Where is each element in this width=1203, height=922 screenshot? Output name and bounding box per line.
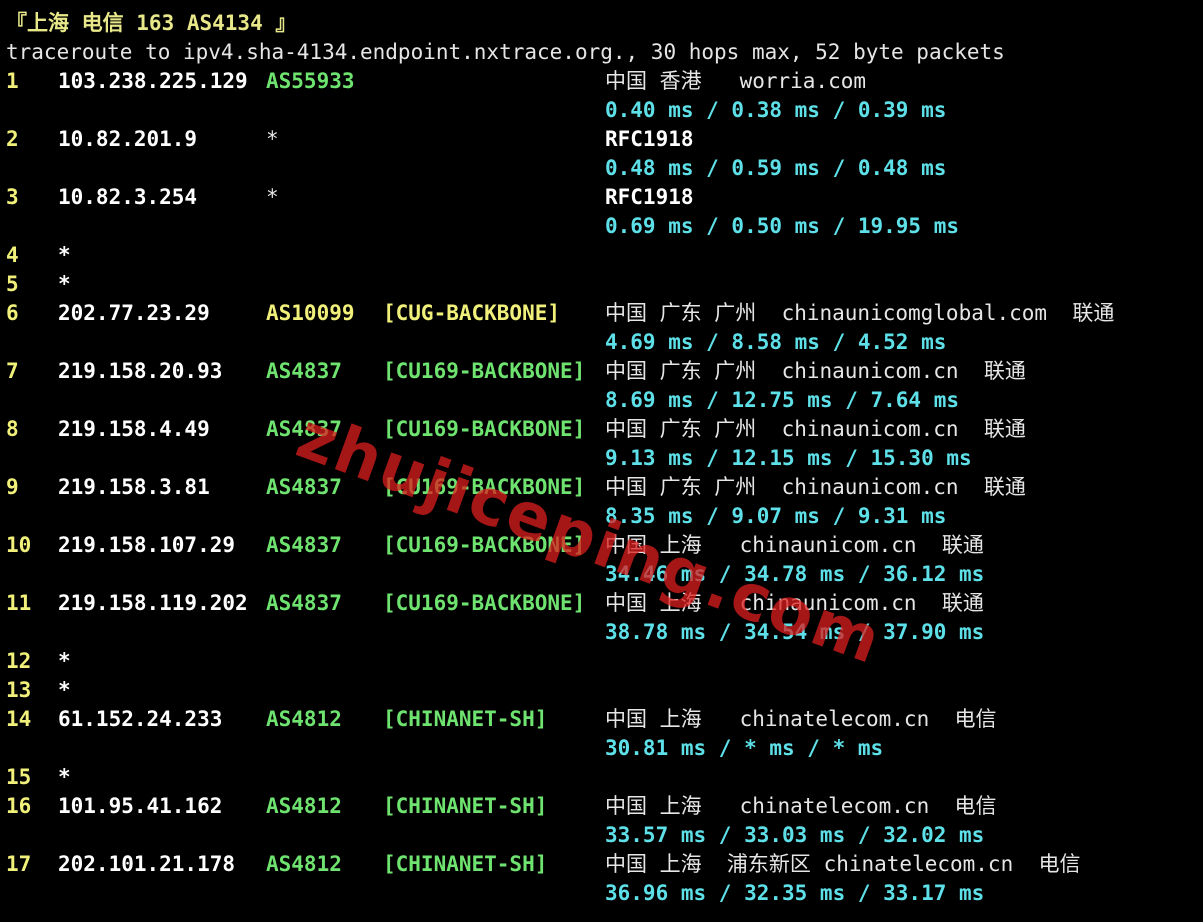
hop-ip: 219.158.119.202: [58, 591, 248, 615]
hop-ip: *: [58, 765, 71, 789]
hop-geo: 中国 上海 chinatelecom.cn 电信: [605, 707, 997, 731]
hop-number: 14: [6, 707, 32, 731]
hop-asn: AS4812: [266, 794, 342, 818]
hop-number: 11: [6, 591, 32, 615]
hop-rtt: 0.69 ms / 0.50 ms / 19.95 ms: [605, 214, 960, 238]
hop-asn: AS4837: [266, 591, 342, 615]
hop-row: 14 61.152.24.233 AS4812 [CHINANET-SH] 中国…: [6, 705, 1196, 763]
hop-backbone-tag: [CHINANET-SH]: [383, 707, 548, 731]
hop-row: 10 219.158.107.29 AS4837 [CU169-BACKBONE…: [6, 531, 1196, 589]
hop-row: 6 202.77.23.29 AS10099 [CUG-BACKBONE] 中国…: [6, 299, 1196, 357]
hop-number: 16: [6, 794, 32, 818]
hop-number: 15: [6, 765, 32, 789]
hop-geo: RFC1918: [605, 185, 694, 209]
hop-number: 5: [6, 272, 19, 296]
hop-asn: AS4837: [266, 417, 342, 441]
trace-title: 『上海 电信 163 AS4134 』: [6, 11, 297, 35]
hop-geo: 中国 上海 浦东新区 chinatelecom.cn 电信: [605, 852, 1081, 876]
hop-row: 17 202.101.21.178 AS4812 [CHINANET-SH] 中…: [6, 850, 1196, 908]
hop-backbone-tag: [CU169-BACKBONE]: [383, 359, 586, 383]
hop-ip: *: [58, 243, 71, 267]
hop-geo: 中国 香港 worria.com: [605, 69, 867, 93]
hop-number: 10: [6, 533, 32, 557]
hop-row: 1 103.238.225.129 AS55933 中国 香港 worria.c…: [6, 67, 1196, 125]
hop-backbone-tag: [CU169-BACKBONE]: [383, 475, 586, 499]
hop-row: 13 *: [6, 676, 1196, 705]
hop-geo: 中国 上海 chinatelecom.cn 电信: [605, 794, 997, 818]
hop-rtt: 8.69 ms / 12.75 ms / 7.64 ms: [605, 388, 960, 412]
hop-number: 13: [6, 678, 32, 702]
hop-asn: AS4812: [266, 707, 342, 731]
hop-backbone-tag: [CU169-BACKBONE]: [383, 417, 586, 441]
hop-asn: AS4837: [266, 359, 342, 383]
hop-backbone-tag: [CU169-BACKBONE]: [383, 591, 586, 615]
hop-row: 7 219.158.20.93 AS4837 [CU169-BACKBONE] …: [6, 357, 1196, 415]
hop-ip: 10.82.3.254: [58, 185, 198, 209]
hop-ip: 219.158.20.93: [58, 359, 223, 383]
hop-number: 1: [6, 69, 19, 93]
hop-row: 9 219.158.3.81 AS4837 [CU169-BACKBONE] 中…: [6, 473, 1196, 531]
hop-number: 6: [6, 301, 19, 325]
hop-row: 5 *: [6, 270, 1196, 299]
hop-row: 12 *: [6, 647, 1196, 676]
hop-rtt: 4.69 ms / 8.58 ms / 4.52 ms: [605, 330, 947, 354]
hop-number: 3: [6, 185, 19, 209]
hop-asn: *: [266, 185, 279, 209]
hop-rtt: 0.40 ms / 0.38 ms / 0.39 ms: [605, 98, 947, 122]
hop-geo: 中国 广东 广州 chinaunicom.cn 联通: [605, 359, 1026, 383]
hop-asn: AS4837: [266, 475, 342, 499]
hop-rtt: 0.48 ms / 0.59 ms / 0.48 ms: [605, 156, 947, 180]
hop-ip: 101.95.41.162: [58, 794, 223, 818]
hop-rtt: 9.13 ms / 12.15 ms / 15.30 ms: [605, 446, 972, 470]
hop-row: 16 101.95.41.162 AS4812 [CHINANET-SH] 中国…: [6, 792, 1196, 850]
hop-asn: *: [266, 127, 279, 151]
hop-geo: 中国 上海 chinaunicom.cn 联通: [605, 591, 984, 615]
hop-ip: 103.238.225.129: [58, 69, 248, 93]
hop-asn: AS55933: [266, 69, 355, 93]
hop-ip: 219.158.4.49: [58, 417, 210, 441]
hop-row: 3 10.82.3.254 * RFC1918 0.69 ms / 0.50 m…: [6, 183, 1196, 241]
hop-ip: 219.158.3.81: [58, 475, 210, 499]
hop-ip: 202.77.23.29: [58, 301, 210, 325]
hop-number: 8: [6, 417, 19, 441]
hop-asn: AS4837: [266, 533, 342, 557]
hop-asn: AS10099: [266, 301, 355, 325]
hop-ip: *: [58, 649, 71, 673]
trace-command-line: traceroute to ipv4.sha-4134.endpoint.nxt…: [6, 40, 1005, 64]
hop-number: 9: [6, 475, 19, 499]
hop-backbone-tag: [CU169-BACKBONE]: [383, 533, 586, 557]
hop-row: 4 *: [6, 241, 1196, 270]
hop-ip: 61.152.24.233: [58, 707, 223, 731]
hop-rtt: 34.46 ms / 34.78 ms / 36.12 ms: [605, 562, 985, 586]
hop-row: 11 219.158.119.202 AS4837 [CU169-BACKBON…: [6, 589, 1196, 647]
hop-number: 2: [6, 127, 19, 151]
hop-ip: *: [58, 272, 71, 296]
hop-rtt: 8.35 ms / 9.07 ms / 9.31 ms: [605, 504, 947, 528]
hop-backbone-tag: [CUG-BACKBONE]: [383, 301, 561, 325]
hop-asn: AS4812: [266, 852, 342, 876]
hop-number: 12: [6, 649, 32, 673]
hop-geo: RFC1918: [605, 127, 694, 151]
hop-rtt: 38.78 ms / 34.54 ms / 37.90 ms: [605, 620, 985, 644]
hop-geo: 中国 广东 广州 chinaunicom.cn 联通: [605, 417, 1026, 441]
hop-ip: 10.82.201.9: [58, 127, 198, 151]
hop-ip: *: [58, 678, 71, 702]
hop-geo: 中国 广东 广州 chinaunicomglobal.com 联通: [605, 301, 1115, 325]
hop-geo: 中国 广东 广州 chinaunicom.cn 联通: [605, 475, 1026, 499]
hop-number: 17: [6, 852, 32, 876]
hop-row: 2 10.82.201.9 * RFC1918 0.48 ms / 0.59 m…: [6, 125, 1196, 183]
hop-geo: 中国 上海 chinaunicom.cn 联通: [605, 533, 984, 557]
hop-rtt: 30.81 ms / * ms / * ms: [605, 736, 884, 760]
hop-row: 15 *: [6, 763, 1196, 792]
terminal-window: 『上海 电信 163 AS4134 』 traceroute to ipv4.s…: [0, 0, 1203, 922]
hop-backbone-tag: [CHINANET-SH]: [383, 794, 548, 818]
hop-backbone-tag: [CHINANET-SH]: [383, 852, 548, 876]
hop-number: 4: [6, 243, 19, 267]
hop-ip: 202.101.21.178: [58, 852, 236, 876]
hop-rtt: 36.96 ms / 32.35 ms / 33.17 ms: [605, 881, 985, 905]
hop-number: 7: [6, 359, 19, 383]
hop-rtt: 33.57 ms / 33.03 ms / 32.02 ms: [605, 823, 985, 847]
hop-ip: 219.158.107.29: [58, 533, 236, 557]
hop-row: 8 219.158.4.49 AS4837 [CU169-BACKBONE] 中…: [6, 415, 1196, 473]
